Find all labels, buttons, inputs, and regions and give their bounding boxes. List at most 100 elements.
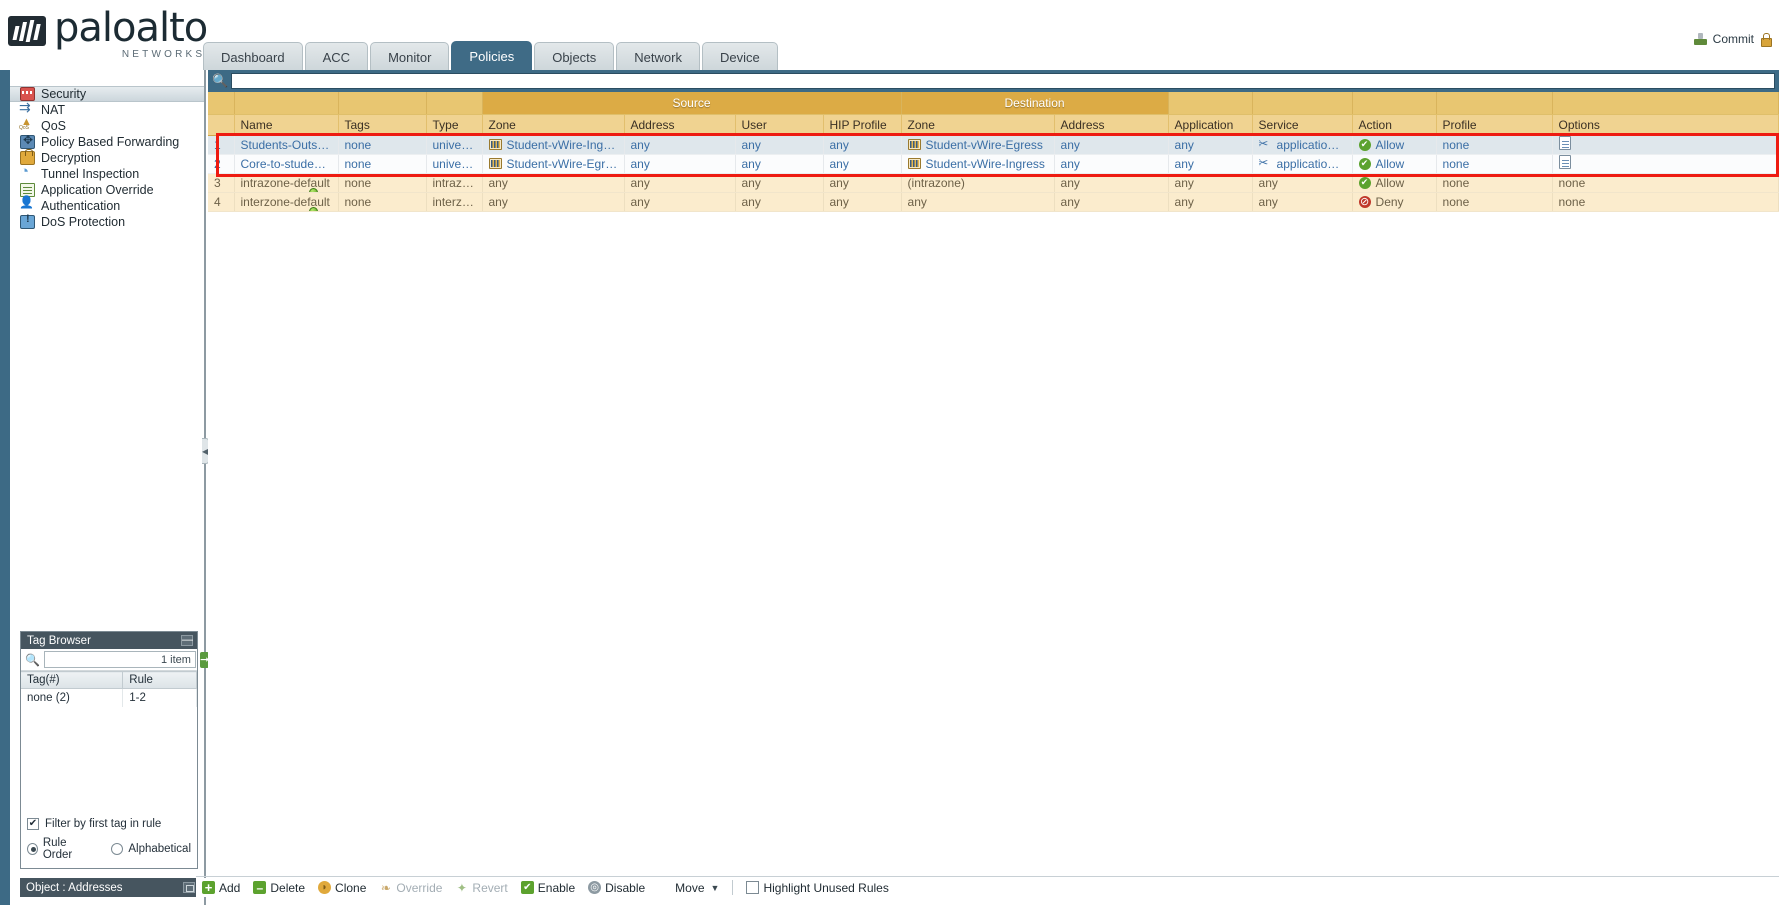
filter-by-first-tag-row[interactable]: ✔ Filter by first tag in rule [27, 818, 191, 830]
object-addresses-bar[interactable]: Object : Addresses [20, 878, 198, 897]
rule-type: universal [426, 135, 483, 155]
group-header-empty [1252, 92, 1353, 115]
sidebar-item-security[interactable]: Security [10, 86, 204, 102]
delete-button[interactable]: Delete [253, 881, 305, 895]
move-button[interactable]: Move ▼ [658, 881, 719, 895]
table-row[interactable]: 4 interzone-default none interzone any any any… [208, 192, 1779, 212]
deny-icon [1358, 195, 1371, 208]
highlight-unused-rules-option[interactable]: Highlight Unused Rules [746, 880, 889, 895]
column-header-address[interactable]: Address [624, 114, 736, 136]
chevron-down-icon[interactable]: ▼ [711, 883, 720, 893]
column-header-type[interactable]: Type [426, 114, 483, 136]
enable-icon [520, 881, 534, 894]
sidebar-list: Security NAT QoS Policy Based Forwarding Dec… [10, 70, 204, 230]
filter-by-first-tag-checkbox[interactable]: ✔ [27, 818, 39, 830]
group-header-empty [426, 92, 483, 115]
tab-monitor[interactable]: Monitor [370, 42, 450, 71]
radio-icon[interactable] [111, 843, 124, 855]
enable-button[interactable]: Enable [520, 881, 575, 895]
policy-search-input[interactable] [231, 73, 1775, 89]
tab-acc[interactable]: ACC [304, 42, 369, 71]
policy-table-wrapper: Source Destination Name Tags Type Zone Addres… [208, 92, 1779, 212]
options-icon[interactable] [1558, 155, 1571, 169]
tag-browser-column-header[interactable]: Rule [122, 671, 197, 689]
sort-order-radio-group: Rule Order Alphabetical [27, 837, 191, 861]
tag-browser-column-header[interactable]: Tag(#) [21, 671, 124, 689]
column-header-address[interactable]: Address [1054, 114, 1169, 136]
sidebar-item-qos[interactable]: QoS [10, 116, 204, 134]
column-header-hip-profile[interactable]: HIP Profile [823, 114, 902, 136]
delete-icon [253, 881, 267, 894]
sidebar-item-decryption[interactable]: Decryption [10, 149, 204, 166]
sidebar-item-label: NAT [41, 103, 66, 117]
column-header-user[interactable]: User [735, 114, 824, 136]
panel-toggle-icon[interactable] [183, 882, 195, 893]
rule-name-cell[interactable]: Core-to-studentVlan10 [234, 154, 339, 174]
sidebar-item-nat[interactable]: NAT [10, 99, 204, 118]
sidebar-item-application-override[interactable]: Application Override [10, 182, 204, 198]
disable-button[interactable]: Disable [588, 881, 645, 895]
highlight-unused-rules-checkbox[interactable] [746, 881, 760, 894]
zone-icon [907, 139, 921, 150]
tag-browser-row[interactable]: none (2) 1-2 [21, 688, 197, 707]
rule-name-label: Core-to-studentVlan10 [240, 156, 338, 171]
sidebar-item-dos-protection[interactable]: DoS Protection [10, 213, 204, 230]
tag-browser-title-bar: Tag Browser — [21, 632, 197, 649]
rule-name-cell[interactable]: intrazone-default [234, 173, 339, 193]
commit-label[interactable]: Commit [1713, 32, 1754, 46]
column-header-zone[interactable]: Zone [482, 114, 625, 136]
content-area: 🔍 Source Destination Name Tags Type Zone Addr… [208, 70, 1779, 905]
rule-name-cell[interactable]: interzone-default [234, 192, 339, 212]
sort-option-alphabetical[interactable]: Alphabetical [111, 843, 191, 855]
tab-device[interactable]: Device [701, 42, 778, 71]
tab-network[interactable]: Network [616, 42, 700, 71]
search-icon: 🔍 [25, 652, 40, 667]
highlight-unused-rules-label: Highlight Unused Rules [763, 880, 889, 895]
sidebar-item-policy-based-forwarding[interactable]: Policy Based Forwarding [10, 133, 204, 150]
minimize-icon[interactable]: — [181, 635, 193, 646]
column-header-zone[interactable]: Zone [901, 114, 1055, 136]
source-user: any [735, 154, 824, 174]
table-row[interactable]: 2Core-to-studentVlan10noneuniversalStude… [208, 154, 1779, 174]
tab-objects[interactable]: Objects [534, 42, 615, 71]
top-bar: paloalto NETWORKS Dashboard ACC Monitor Pol… [0, 0, 1779, 71]
column-header-index[interactable] [208, 114, 235, 136]
column-header-action[interactable]: Action [1352, 114, 1437, 136]
tab-policies[interactable]: Policies [451, 41, 533, 71]
tag-browser-search-row: 🔍 ➞ ✖ [21, 649, 223, 671]
commit-icon [1693, 32, 1707, 46]
main-tab-bar: Dashboard ACC Monitor Policies Objects Networ… [203, 40, 778, 71]
tag-search-input[interactable] [43, 651, 196, 668]
rule-name-label: interzone-default [240, 194, 330, 209]
column-header-service[interactable]: Service [1252, 114, 1353, 136]
service-icon [1259, 138, 1272, 152]
radio-icon[interactable] [27, 843, 38, 855]
rule-tags: none [338, 154, 427, 174]
rule-service: any [1252, 192, 1353, 212]
column-header-name[interactable]: Name [234, 114, 339, 136]
clone-label: Clone [335, 880, 367, 895]
rule-application: any [1168, 154, 1253, 174]
source-zone-label: Student-vWire-Egress [506, 156, 618, 171]
add-button[interactable]: Add [202, 881, 240, 895]
options-icon[interactable] [1558, 136, 1571, 150]
sidebar-item-tunnel-inspection[interactable]: Tunnel Inspection [10, 163, 204, 182]
column-header-tags[interactable]: Tags [338, 114, 427, 136]
lock-icon[interactable] [1760, 32, 1772, 47]
add-label: Add [219, 880, 241, 895]
tab-dashboard[interactable]: Dashboard [203, 42, 303, 71]
group-header-empty [1436, 92, 1553, 115]
sort-option-rule-order[interactable]: Rule Order [27, 837, 92, 861]
zone-icon [907, 158, 921, 169]
search-icon[interactable]: 🔍 [212, 73, 228, 89]
sidebar-item-authentication[interactable]: Authentication [10, 195, 204, 214]
column-header-application[interactable]: Application [1168, 114, 1253, 136]
clone-button[interactable]: Clone [318, 881, 366, 895]
column-header-options[interactable]: Options [1552, 114, 1779, 136]
table-row[interactable]: 3 intrazone-default none intrazone any any any… [208, 173, 1779, 193]
row-index: 2 [208, 154, 235, 174]
table-row[interactable]: 1 Students-Outside none universal Student-vW… [208, 135, 1779, 155]
rule-name-cell[interactable]: Students-Outside [234, 135, 339, 155]
rule-profile: none [1436, 192, 1553, 212]
column-header-profile[interactable]: Profile [1436, 114, 1553, 136]
